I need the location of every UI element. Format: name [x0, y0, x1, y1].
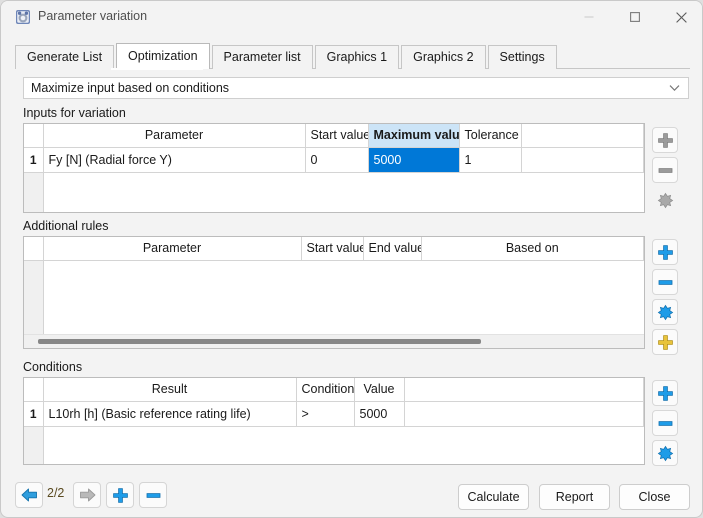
- report-label: Report: [556, 490, 594, 504]
- row-number-filler: [24, 426, 43, 464]
- titlebar: Parameter variation: [1, 1, 703, 33]
- cell-result[interactable]: L10rh [h] (Basic reference rating life): [43, 401, 296, 426]
- remove-input-button[interactable]: [652, 157, 678, 183]
- column-header-condition[interactable]: Condition: [296, 378, 354, 401]
- add-special-rule-button[interactable]: [652, 329, 678, 355]
- table-row[interactable]: 1 Fy [N] (Radial force Y) 0 5000 1: [24, 147, 644, 172]
- arrow-left-icon: [20, 487, 39, 503]
- window-title: Parameter variation: [38, 9, 147, 23]
- active-tab-seam: [111, 68, 203, 70]
- row-number: 1: [24, 147, 43, 172]
- arrow-right-icon: [78, 487, 97, 503]
- add-condition-button[interactable]: [652, 380, 678, 406]
- conditions-table[interactable]: Result Condition Value 1 L10rh [h] (Basi…: [23, 377, 645, 465]
- tab-label: Optimization: [128, 50, 197, 63]
- row-number-filler: [24, 260, 43, 334]
- table-header-row: Parameter Start value Maximum value Tole…: [24, 124, 644, 147]
- previous-page-button[interactable]: [15, 482, 43, 508]
- column-header-start-value[interactable]: Start value: [301, 237, 363, 260]
- tab-parameter-list[interactable]: Parameter list: [212, 45, 313, 69]
- additional-rules-label: Additional rules: [23, 219, 108, 233]
- tabstrip: Generate List Optimization Parameter lis…: [15, 44, 559, 69]
- row-number-header: [24, 124, 43, 147]
- cell-condition[interactable]: >: [296, 401, 354, 426]
- calculate-button[interactable]: Calculate: [458, 484, 529, 510]
- column-header-parameter[interactable]: Parameter: [43, 124, 305, 147]
- tab-graphics-1[interactable]: Graphics 1: [315, 45, 399, 69]
- plus-icon: [112, 487, 129, 504]
- column-header-spacer: [404, 378, 644, 401]
- column-header-spacer: [521, 124, 644, 147]
- horizontal-scrollbar[interactable]: [24, 334, 644, 348]
- cell-parameter[interactable]: Fy [N] (Radial force Y): [43, 147, 305, 172]
- bearing-icon: [14, 8, 32, 26]
- additional-rules-table[interactable]: Parameter Start value End value Based on: [23, 236, 645, 349]
- add-page-button[interactable]: [106, 482, 134, 508]
- table-empty-area[interactable]: [24, 426, 644, 464]
- parameter-variation-window: Parameter variation Generate List Optimi…: [0, 0, 703, 518]
- horizontal-scrollbar-thumb[interactable]: [38, 339, 481, 344]
- optimization-mode-select[interactable]: Maximize input based on conditions: [23, 77, 689, 99]
- remove-rule-button[interactable]: [652, 269, 678, 295]
- table-empty-area[interactable]: [24, 260, 644, 334]
- column-header-start-value[interactable]: Start value: [305, 124, 368, 147]
- column-header-result[interactable]: Result: [43, 378, 296, 401]
- next-page-button[interactable]: [73, 482, 101, 508]
- tab-label: Graphics 1: [327, 51, 387, 64]
- close-label: Close: [639, 490, 671, 504]
- clear-rules-button[interactable]: [652, 299, 678, 325]
- close-button[interactable]: Close: [619, 484, 690, 510]
- column-header-end-value[interactable]: End value: [363, 237, 421, 260]
- minus-icon: [145, 487, 162, 504]
- tab-optimization[interactable]: Optimization: [116, 43, 209, 69]
- close-icon[interactable]: [658, 1, 703, 33]
- cell-tolerance[interactable]: 1: [459, 147, 521, 172]
- empty-cell-area[interactable]: [43, 172, 644, 212]
- empty-cell-area[interactable]: [43, 260, 644, 334]
- inputs-for-variation-label: Inputs for variation: [23, 106, 126, 120]
- table-header-row: Result Condition Value: [24, 378, 644, 401]
- cell-maximum-value[interactable]: 5000: [368, 147, 459, 172]
- report-button[interactable]: Report: [539, 484, 610, 510]
- tab-label: Graphics 2: [413, 51, 473, 64]
- cell-value[interactable]: 5000: [354, 401, 404, 426]
- row-number: 1: [24, 401, 43, 426]
- row-number-header: [24, 237, 43, 260]
- row-number-header: [24, 378, 43, 401]
- remove-condition-button[interactable]: [652, 410, 678, 436]
- table-header-row: Parameter Start value End value Based on: [24, 237, 644, 260]
- row-number-filler: [24, 172, 43, 212]
- chevron-down-icon[interactable]: [669, 78, 680, 98]
- calculate-label: Calculate: [467, 490, 519, 504]
- page-indicator: 2/2: [47, 486, 64, 500]
- tab-generate-list[interactable]: Generate List: [15, 45, 114, 69]
- add-rule-button[interactable]: [652, 239, 678, 265]
- tab-graphics-2[interactable]: Graphics 2: [401, 45, 485, 69]
- conditions-label: Conditions: [23, 360, 82, 374]
- clear-conditions-button[interactable]: [652, 440, 678, 466]
- cell-spacer: [521, 147, 644, 172]
- maximize-icon[interactable]: [612, 1, 658, 33]
- empty-cell-area[interactable]: [43, 426, 644, 464]
- minimize-icon[interactable]: [566, 1, 612, 33]
- column-header-based-on[interactable]: Based on: [421, 237, 644, 260]
- tab-settings[interactable]: Settings: [488, 45, 557, 69]
- inputs-for-variation-table[interactable]: Parameter Start value Maximum value Tole…: [23, 123, 645, 213]
- cell-spacer: [404, 401, 644, 426]
- cell-start-value[interactable]: 0: [305, 147, 368, 172]
- table-empty-area[interactable]: [24, 172, 644, 212]
- table-row[interactable]: 1 L10rh [h] (Basic reference rating life…: [24, 401, 644, 426]
- tab-label: Settings: [500, 51, 545, 64]
- tab-label: Generate List: [27, 51, 102, 64]
- column-header-value[interactable]: Value: [354, 378, 404, 401]
- optimization-mode-value: Maximize input based on conditions: [24, 81, 229, 95]
- add-input-button[interactable]: [652, 127, 678, 153]
- clear-inputs-button[interactable]: [652, 187, 678, 213]
- tab-label: Parameter list: [224, 51, 301, 64]
- remove-page-button[interactable]: [139, 482, 167, 508]
- column-header-tolerance[interactable]: Tolerance: [459, 124, 521, 147]
- column-header-parameter[interactable]: Parameter: [43, 237, 301, 260]
- column-header-maximum-value[interactable]: Maximum value: [368, 124, 459, 147]
